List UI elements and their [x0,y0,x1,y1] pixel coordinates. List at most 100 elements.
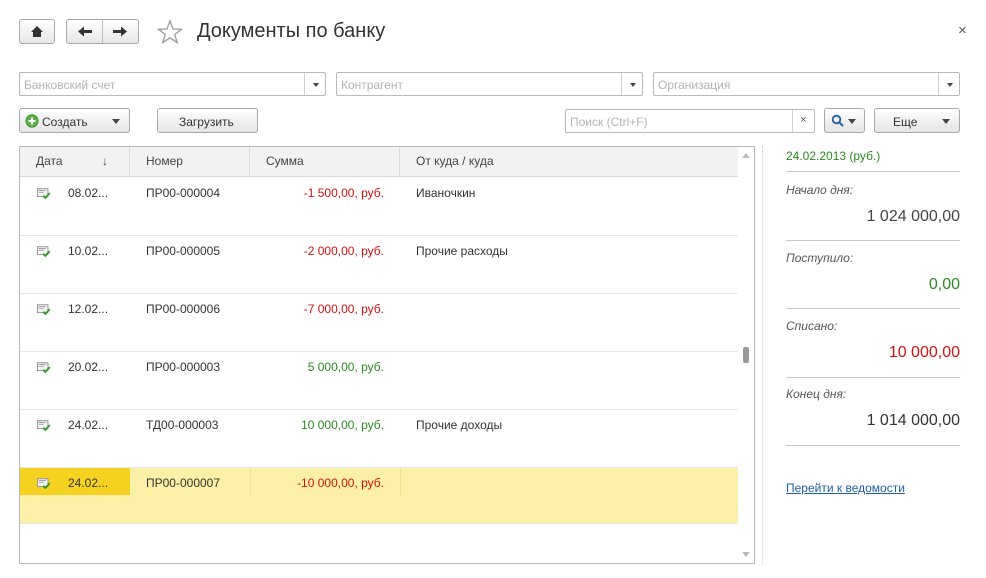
cell-number: ПР00-000003 [146,360,221,374]
cell-amount: -1 500,00, руб. [303,186,384,200]
search-input[interactable]: Поиск (Ctrl+F) × [565,109,815,133]
cell-number: ТД00-000003 [146,418,219,432]
arrow-right-icon [113,26,127,37]
counterparty-field[interactable]: Контрагент [336,72,643,96]
cell-number: ПР00-000006 [146,302,221,316]
home-icon [31,26,43,37]
counterparty-placeholder: Контрагент [341,78,404,92]
search-placeholder: Поиск (Ctrl+F) [570,115,648,129]
bank-account-placeholder: Банковский счет [24,78,116,92]
cell-counterpart: Иваночкин [416,186,476,200]
divider [786,377,960,378]
cell-date: 08.02... [68,186,109,200]
cell-amount: -7 000,00, руб. [303,302,384,316]
divider [786,240,960,241]
posted-document-icon [37,304,51,316]
selected-row-extension [20,495,738,524]
posted-document-icon [37,188,51,200]
divider [786,445,960,446]
load-button-label: Загрузить [179,115,234,129]
table-row[interactable]: 10.02... ПР00-000005 -2 000,00, руб. Прочие… [20,236,738,294]
clear-search-icon[interactable]: × [792,110,814,132]
posted-document-icon [37,420,51,432]
home-button[interactable] [19,19,55,44]
start-of-day-label: Начало дня: [786,183,854,197]
posted-document-icon [37,362,51,374]
go-to-statement-link[interactable]: Перейти к ведомости [786,481,905,495]
documents-table[interactable]: Дата ↓ Номер Сумма От куда / куда 08.02.… [19,146,755,564]
more-button-label: Еще [893,115,918,129]
written-off-label: Списано: [786,319,838,333]
column-header-amount-label: Сумма [266,154,304,168]
bank-account-field[interactable]: Банковский счет [19,72,326,96]
cell-date: 10.02... [68,244,109,258]
table-header: Дата ↓ Номер Сумма От куда / куда [20,147,738,177]
organization-placeholder: Организация [658,78,731,92]
cell-date: 12.02... [68,302,109,316]
cell-date: 24.02... [68,418,109,432]
favorite-star-icon[interactable] [156,19,184,45]
organization-field[interactable]: Организация [653,72,960,96]
divider [786,171,960,172]
cell-amount: -2 000,00, руб. [303,244,384,258]
page-title: Документы по банку [197,20,386,42]
start-of-day-value: 1 024 000,00 [866,208,960,225]
column-header-counterpart[interactable]: От куда / куда [400,147,738,177]
cell-date: 20.02... [68,360,109,374]
table-row[interactable]: 24.02... ТД00-000003 10 000,00, руб. Прочие… [20,410,738,468]
panel-divider [762,146,763,564]
cell-amount: 10 000,00, руб. [301,418,384,432]
received-label: Поступило: [786,251,854,265]
load-button[interactable]: Загрузить [157,108,258,133]
cell-number: ПР00-000004 [146,186,221,200]
end-of-day-value: 1 014 000,00 [866,412,960,429]
end-of-day-label: Конец дня: [786,387,847,401]
column-header-date-label: Дата [36,154,63,168]
scroll-down-icon[interactable] [742,552,750,557]
sort-desc-icon: ↓ [102,154,108,168]
cell-divider [400,468,401,497]
back-button[interactable] [67,20,103,43]
cell-counterpart: Прочие расходы [416,244,508,258]
nav-history-group [66,19,139,44]
scroll-up-icon[interactable] [742,153,750,158]
chevron-down-icon[interactable] [304,73,325,95]
vertical-scrollbar[interactable] [738,147,754,563]
cell-divider [250,468,251,497]
received-value: 0,00 [928,276,960,293]
cell-number: ПР00-000005 [146,244,221,258]
scroll-thumb[interactable] [743,347,749,363]
column-header-date[interactable]: Дата ↓ [20,147,130,177]
table-row[interactable]: 08.02... ПР00-000004 -1 500,00, руб. Иваноч… [20,178,738,236]
column-header-counterpart-label: От куда / куда [416,154,494,168]
table-row[interactable]: 12.02... ПР00-000006 -7 000,00, руб. [20,294,738,352]
create-button[interactable]: Создать [19,108,130,133]
posted-document-icon [37,478,51,490]
chevron-down-icon[interactable] [621,73,642,95]
chevron-down-icon [112,119,120,124]
cell-date: 24.02... [68,476,109,490]
summary-date: 24.02.2013 (руб.) [786,149,881,163]
column-header-number[interactable]: Номер [130,147,250,177]
cell-amount: 5 000,00, руб. [307,360,384,374]
cell-number: ПР00-000007 [146,476,221,490]
create-button-label: Создать [42,115,88,129]
add-icon [25,114,39,128]
cell-amount: -10 000,00, руб. [297,476,384,490]
forward-button[interactable] [103,20,138,43]
chevron-down-icon [942,119,950,124]
search-options-button[interactable] [824,108,865,133]
column-header-amount[interactable]: Сумма [250,147,400,177]
posted-document-icon [37,246,51,258]
more-button[interactable]: Еще [874,108,960,133]
table-row[interactable]: 24.02... ПР00-000007 -10 000,00, руб. [20,468,738,497]
chevron-down-icon [848,119,856,124]
chevron-down-icon[interactable] [938,73,959,95]
divider [786,308,960,309]
arrow-left-icon [78,26,92,37]
search-icon [831,114,844,127]
close-icon[interactable]: × [958,22,967,39]
column-header-number-label: Номер [146,154,183,168]
table-row[interactable]: 20.02... ПР00-000003 5 000,00, руб. [20,352,738,410]
written-off-value: 10 000,00 [888,344,960,361]
